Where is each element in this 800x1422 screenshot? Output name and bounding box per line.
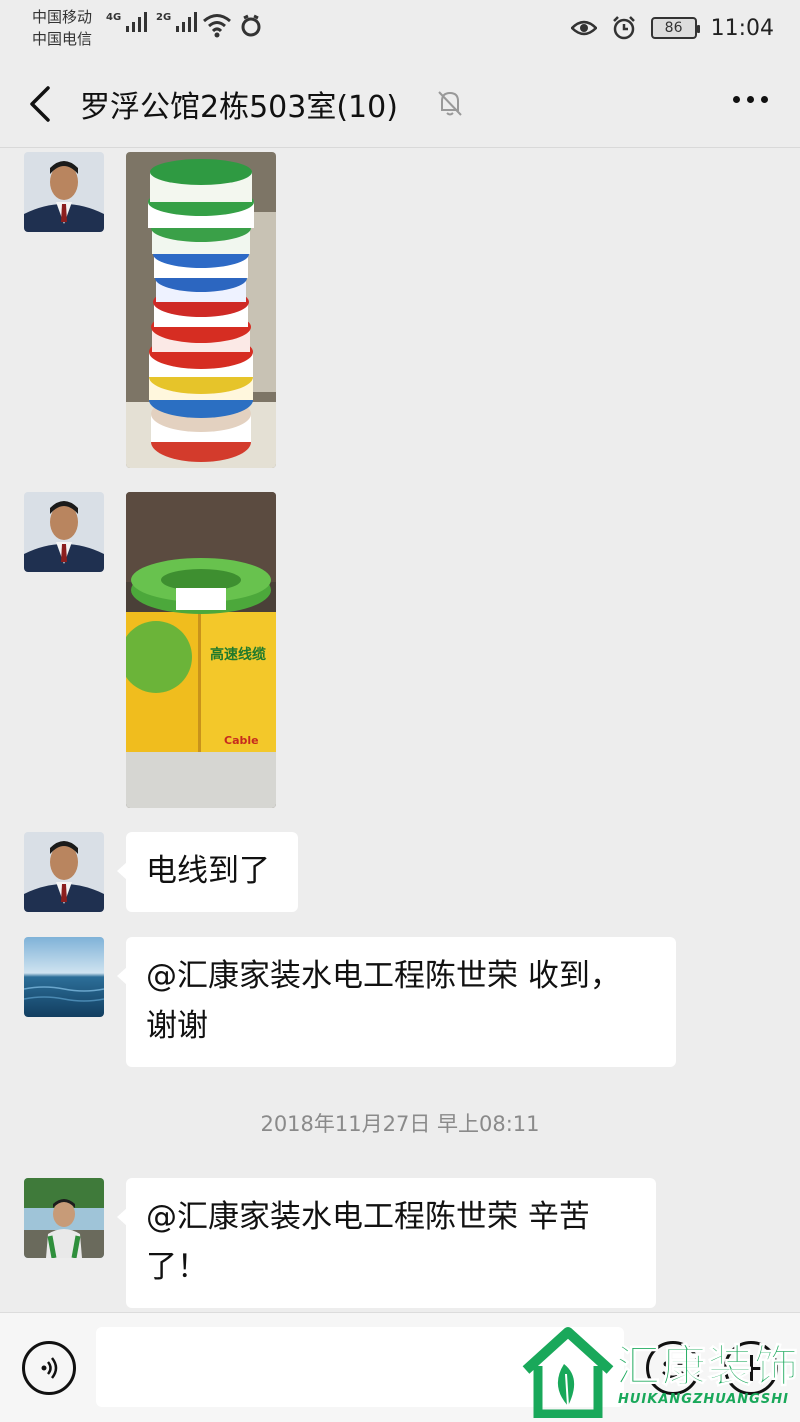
- status-right: 86 11:04: [570, 10, 774, 46]
- carrier-1: 中国移动: [32, 8, 93, 26]
- wire-roll-stack: [148, 159, 254, 462]
- voice-input-button[interactable]: [22, 1341, 76, 1395]
- avatar-sender-man[interactable]: [24, 832, 104, 912]
- signal-sim1-icon: 4G: [106, 12, 148, 32]
- chat-header: 罗浮公馆2栋503室(10): [0, 58, 800, 148]
- timestamp: 2018年11月27日 早上08:11: [260, 1112, 540, 1136]
- message-text-line-1: @汇康家装水电工程陈世荣 收到，: [146, 958, 621, 994]
- carrier-2: 中国电信: [32, 30, 93, 48]
- battery-level: 86: [664, 20, 683, 36]
- message-text-line-1: @汇康家装水电工程陈世荣 辛苦: [146, 1199, 590, 1235]
- back-arrow-icon[interactable]: [24, 84, 60, 124]
- avatar-sender-man[interactable]: [24, 492, 104, 572]
- signal-sim2-icon: 2G: [156, 12, 198, 32]
- alarm-icon: [612, 16, 635, 40]
- message-text-line-2: 了！: [146, 1249, 208, 1285]
- avatar-sender-man[interactable]: [24, 152, 104, 232]
- house-leaf-logo: [522, 1327, 614, 1419]
- box-brand-text: Cable: [224, 734, 259, 747]
- message-bubble[interactable]: @汇康家装水电工程陈世荣 收到， 谢谢: [117, 937, 676, 1067]
- photo-wire-rolls[interactable]: [126, 152, 276, 468]
- clock: 11:04: [710, 15, 774, 41]
- avatar-sender-sea[interactable]: [24, 937, 104, 1017]
- brand-watermark: 汇康装饰 HUIKANGZHUANGSHI: [520, 1326, 799, 1419]
- message-text: 电线到了: [146, 853, 270, 889]
- avatar-sender-outdoor[interactable]: [24, 1178, 104, 1258]
- watermark-pinyin-text: HUIKANGZHUANGSHI: [618, 1392, 789, 1407]
- message-text-line-2: 谢谢: [146, 1008, 208, 1044]
- carrier-info: 中国移动 中国电信: [32, 6, 92, 50]
- message-bubble[interactable]: @汇康家装水电工程陈世荣 辛苦 了！: [117, 1178, 656, 1308]
- box-title-text: 高速线缆: [210, 647, 266, 663]
- voice-icon: [41, 1357, 58, 1379]
- mute-bell-icon: [438, 91, 462, 116]
- notification-app-icon: [241, 14, 261, 37]
- status-bar: 中国移动 中国电信 4G 2G 86 11:04: [0, 0, 800, 58]
- chat-title: 罗浮公馆2栋503室(10): [80, 90, 398, 125]
- watermark-brand-text: 汇康装饰: [616, 1341, 800, 1393]
- battery-icon: 86: [650, 17, 700, 39]
- message-bubble[interactable]: 电线到了: [117, 832, 298, 912]
- more-options-button[interactable]: [733, 96, 768, 103]
- eye-comfort-icon: [570, 20, 597, 36]
- wifi-icon: [203, 14, 231, 38]
- photo-network-cable-box[interactable]: 高速线缆 Cable: [126, 492, 276, 808]
